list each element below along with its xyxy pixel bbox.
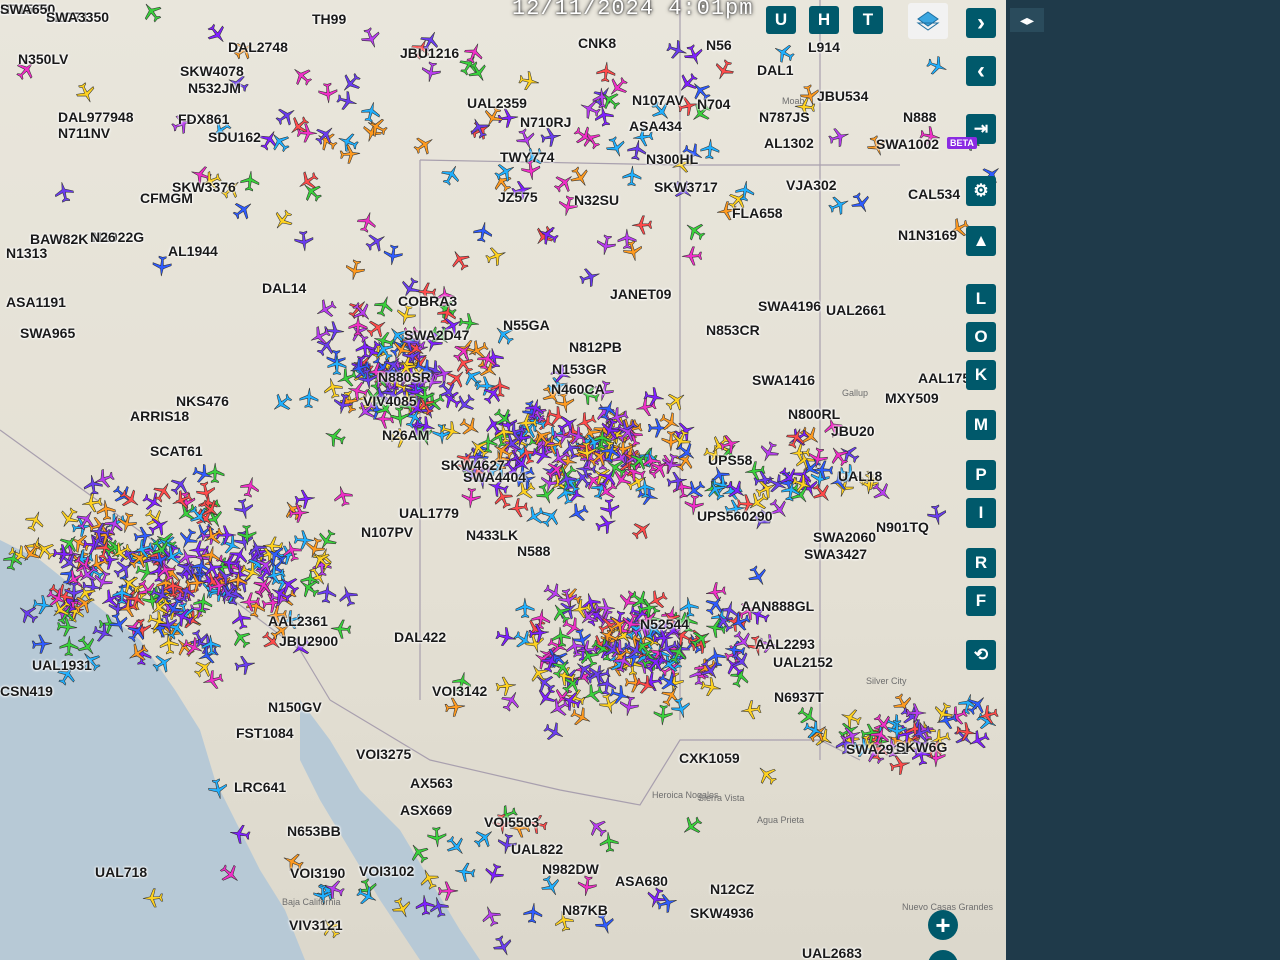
chart-icon: ▲ (972, 231, 990, 250)
replay-icon: ⟲ (973, 645, 989, 664)
t-button[interactable]: T (853, 6, 883, 34)
place-label-layer: Moab Gallup Silver City Heroica Nogales Sier… (0, 0, 1006, 960)
m-button[interactable]: M (966, 410, 996, 440)
aircraft-list-panel: AE1310 JUX475 N475X 0A73C JTL717 N717NB … (1006, 0, 1280, 960)
r-button[interactable]: R (966, 548, 996, 578)
gear-icon: ⚙ (973, 181, 989, 200)
clock-display: 12/11/2024 4:01pm (512, 0, 754, 21)
h-button[interactable]: H (809, 6, 839, 34)
collapse-panel-button[interactable]: ‹ (966, 56, 996, 86)
place-label: Agua Prieta (757, 815, 805, 825)
i-button[interactable]: I (966, 498, 996, 528)
place-label: Baja California (282, 897, 341, 907)
chevron-right-icon: › (977, 9, 985, 36)
login-icon: ⇥ (973, 119, 989, 138)
left-right-arrows-icon: ◂▸ (1019, 11, 1035, 28)
place-label: Moab (782, 96, 805, 106)
replay-button[interactable]: ⟲ (966, 640, 996, 670)
k-button[interactable]: K (966, 360, 996, 390)
p-button[interactable]: P (966, 460, 996, 490)
column-resize-handle[interactable]: ◂▸ (1010, 8, 1044, 32)
u-button[interactable]: U (766, 6, 796, 34)
flight-map[interactable]: N715FX FLC71 TH99 DAL2748 JBU1216 CNK8 N56 L914… (0, 0, 1006, 960)
f-button[interactable]: F (966, 586, 996, 616)
zoom-in-button[interactable]: + (928, 910, 958, 940)
layers-button[interactable] (908, 3, 948, 39)
stats-button[interactable]: ▲ (966, 226, 996, 256)
o-button[interactable]: O (966, 322, 996, 352)
l-button[interactable]: L (966, 284, 996, 314)
place-label: Silver City (866, 676, 907, 686)
beta-badge: BETA (947, 137, 977, 149)
layers-icon (916, 11, 940, 31)
expand-panel-button[interactable]: › (966, 8, 996, 38)
settings-button[interactable]: ⚙ (966, 176, 996, 206)
place-label: Sierra Vista (698, 793, 745, 803)
place-label: Gallup (842, 388, 869, 398)
chevron-left-icon: ‹ (977, 57, 985, 84)
